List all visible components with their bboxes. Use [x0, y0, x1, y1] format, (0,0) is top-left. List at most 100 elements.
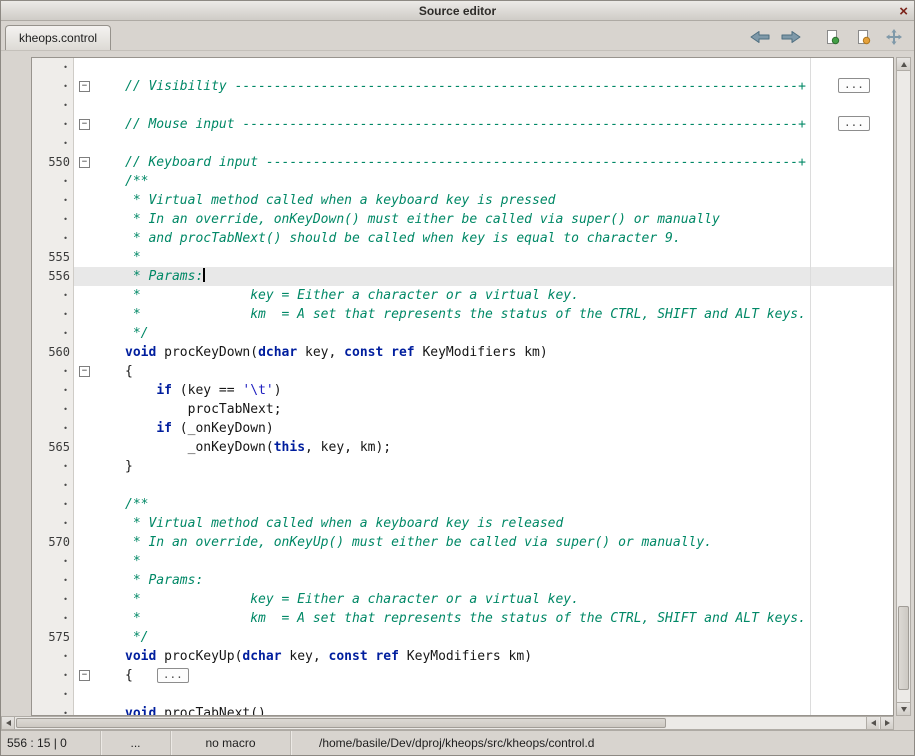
fold-gutter	[74, 172, 96, 191]
editor-line[interactable]: • * km = A set that represents the statu…	[32, 609, 893, 628]
scroll-down-button[interactable]	[897, 702, 910, 715]
scroll-left-icon	[871, 720, 876, 726]
line-dot: •	[32, 457, 74, 476]
scroll-left-secondary-button[interactable]	[866, 717, 879, 729]
editor-line[interactable]: •−// Mouse input -----------------------…	[32, 115, 893, 134]
code-line-text: /**	[96, 495, 893, 514]
editor-line[interactable]: • * km = A set that represents the statu…	[32, 305, 893, 324]
new-document-icon	[824, 29, 840, 45]
collapsed-block-ellipsis[interactable]: ...	[157, 668, 189, 683]
detach-editor-button[interactable]	[882, 26, 906, 48]
fold-gutter	[74, 343, 96, 362]
go-back-button[interactable]	[748, 26, 772, 48]
editor-line[interactable]: •}	[32, 457, 893, 476]
editor-line[interactable]: • procTabNext;	[32, 400, 893, 419]
vertical-scrollbar[interactable]	[896, 57, 911, 716]
collapsed-block-ellipsis[interactable]: ...	[838, 78, 870, 93]
editor-line[interactable]: 575 */	[32, 628, 893, 647]
editor-line[interactable]: •	[32, 96, 893, 115]
line-dot: •	[32, 381, 74, 400]
line-dot: •	[32, 666, 74, 685]
fold-collapse-icon[interactable]: −	[79, 366, 90, 377]
fold-collapse-icon[interactable]: −	[79, 119, 90, 130]
editor-line[interactable]: • *	[32, 552, 893, 571]
text-caret	[203, 268, 205, 282]
editor-line[interactable]: •	[32, 134, 893, 153]
line-dot: •	[32, 495, 74, 514]
vertical-scroll-thumb[interactable]	[898, 606, 909, 690]
line-dot: •	[32, 58, 74, 77]
editor-line[interactable]: • * In an override, onKeyDown() must eit…	[32, 210, 893, 229]
horizontal-scroll-thumb[interactable]	[16, 718, 666, 728]
editor-line[interactable]: •void procKeyUp(dchar key, const ref Key…	[32, 647, 893, 666]
editor-line[interactable]: • /**	[32, 495, 893, 514]
code-line-text: * Virtual method called when a keyboard …	[96, 514, 893, 533]
editor-line[interactable]: • * Virtual method called when a keyboar…	[32, 191, 893, 210]
editor-line[interactable]: • * Params:	[32, 571, 893, 590]
editor-line[interactable]: • * Virtual method called when a keyboar…	[32, 514, 893, 533]
new-runnable-document-button[interactable]	[851, 26, 875, 48]
editor-line[interactable]: • * key = Either a character or a virtua…	[32, 590, 893, 609]
editor-line[interactable]: •−{	[32, 362, 893, 381]
tab-kheops-control[interactable]: kheops.control	[5, 25, 111, 50]
editor-line[interactable]: •	[32, 476, 893, 495]
line-number: 565	[32, 438, 74, 457]
line-dot: •	[32, 172, 74, 191]
editor-line[interactable]: 550−// Keyboard input ------------------…	[32, 153, 893, 172]
fold-collapse-icon[interactable]: −	[79, 670, 90, 681]
scroll-left-button[interactable]	[2, 717, 15, 729]
editor-line[interactable]: • if (_onKeyDown)	[32, 419, 893, 438]
editor-line[interactable]: • if (key == '\t')	[32, 381, 893, 400]
editor-line[interactable]: •−// Visibility ------------------------…	[32, 77, 893, 96]
scroll-up-button[interactable]	[897, 58, 910, 71]
scroll-up-icon	[901, 62, 907, 67]
fold-gutter	[74, 381, 96, 400]
editor-line[interactable]: 570 * In an override, onKeyUp() must eit…	[32, 533, 893, 552]
new-document-button[interactable]	[820, 26, 844, 48]
code-editor[interactable]: ••−// Visibility -----------------------…	[31, 57, 894, 716]
fold-collapse-icon[interactable]: −	[79, 81, 90, 92]
editor-line[interactable]: • * and procTabNext() should be called w…	[32, 229, 893, 248]
tab-bar: kheops.control	[1, 21, 914, 51]
horizontal-scrollbar[interactable]	[1, 716, 894, 730]
new-runnable-document-icon	[855, 29, 871, 45]
code-line-text	[96, 134, 893, 153]
editor-line[interactable]: •−{...	[32, 666, 893, 685]
collapsed-block-ellipsis[interactable]: ...	[838, 116, 870, 131]
fold-collapse-icon[interactable]: −	[79, 157, 90, 168]
editor-line[interactable]: • */	[32, 324, 893, 343]
editor-line[interactable]: • * key = Either a character or a virtua…	[32, 286, 893, 305]
titlebar[interactable]: Source editor ×	[1, 1, 914, 21]
scroll-right-button[interactable]	[880, 717, 893, 729]
editor-toolbar	[748, 26, 906, 48]
fold-gutter	[74, 514, 96, 533]
close-icon[interactable]: ×	[899, 1, 908, 21]
editor-line[interactable]: •	[32, 685, 893, 704]
code-line-text	[96, 476, 893, 495]
line-dot: •	[32, 514, 74, 533]
line-dot: •	[32, 191, 74, 210]
editor-line[interactable]: 565 _onKeyDown(this, key, km);	[32, 438, 893, 457]
editor-line[interactable]: 555 *	[32, 248, 893, 267]
status-ellipsis-cell: ...	[101, 731, 171, 755]
editor-line[interactable]: 556 * Params:	[32, 267, 893, 286]
fold-gutter	[74, 267, 96, 286]
fold-gutter: −	[74, 115, 96, 134]
code-line-text: void procKeyDown(dchar key, const ref Ke…	[96, 343, 893, 362]
editor-line[interactable]: •	[32, 58, 893, 77]
fold-gutter	[74, 324, 96, 343]
fold-gutter	[74, 210, 96, 229]
code-line-text: * Params:	[96, 267, 893, 286]
code-line-text: * km = A set that represents the status …	[96, 609, 893, 628]
editor-line[interactable]: •void procTabNext()	[32, 704, 893, 716]
fold-gutter	[74, 96, 96, 115]
forward-arrow-icon	[781, 30, 801, 44]
fold-gutter	[74, 476, 96, 495]
line-number: 575	[32, 628, 74, 647]
caret-position-cell: 556 : 15 | 0	[1, 731, 101, 755]
go-forward-button[interactable]	[779, 26, 803, 48]
fold-gutter	[74, 495, 96, 514]
editor-line[interactable]: 560void procKeyDown(dchar key, const ref…	[32, 343, 893, 362]
fold-gutter	[74, 229, 96, 248]
editor-line[interactable]: •/**	[32, 172, 893, 191]
